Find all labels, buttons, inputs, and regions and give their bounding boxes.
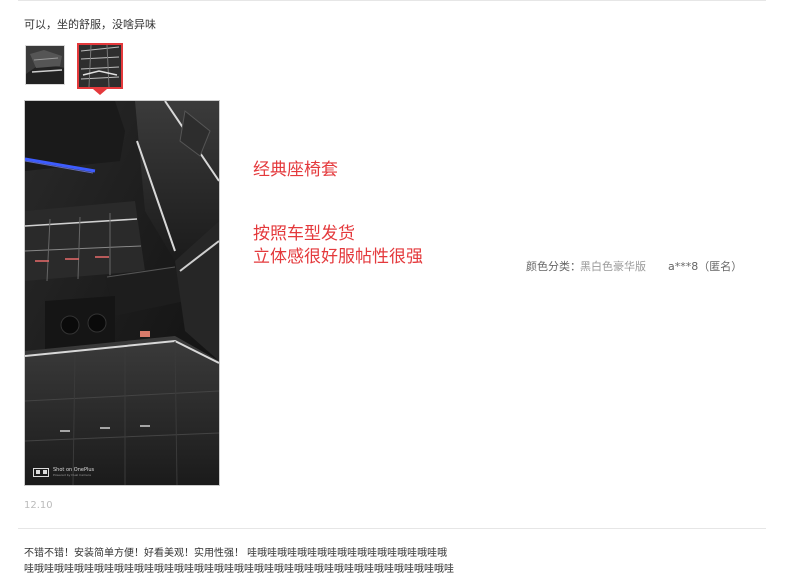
review-date: 12.10 <box>24 500 53 511</box>
caret-down-icon <box>93 89 107 95</box>
camera-icon <box>33 467 49 477</box>
color-category-label: 颜色分类： <box>526 260 581 273</box>
reviewer-name: a***8（匿名） <box>668 260 743 273</box>
photo-watermark-subtext: Powered by Dual Camera <box>53 473 91 477</box>
caption-line-1: 经典座椅套 <box>253 160 338 180</box>
caption-line-3: 立体感很好服帖性很强 <box>253 247 423 267</box>
review-text-2-line-1: 不错不错！安装简单方便！好看美观！实用性强！ 哇哦哇哦哇哦哇哦哇哦哇哦哇哦哇哦哇… <box>24 548 448 559</box>
review-photo[interactable]: Shot on OnePlus Powered by Dual Camera <box>24 100 220 486</box>
review-text-2-line-2: 哇哦哇哦哇哦哇哦哇哦哇哦哇哦哇哦哇哦哇哦哇哦哇哦哇哦哇哦哇哦哇哦哇哦哇哦哇哦哇哦… <box>24 564 454 575</box>
review-divider <box>18 528 766 529</box>
color-category-value: 黑白色豪华版 <box>580 260 646 273</box>
review-text: 可以，坐的舒服，没啥异味 <box>24 18 156 31</box>
top-divider <box>18 0 766 1</box>
review-text-2: 不错不错！安装简单方便！好看美观！实用性强！ 哇哦哇哦哇哦哇哦哇哦哇哦哇哦哇哦哇… <box>24 546 524 578</box>
photo-watermark: Shot on OnePlus Powered by Dual Camera <box>33 467 94 477</box>
photo-thumbnail-1[interactable] <box>25 45 65 85</box>
caption-line-2: 按照车型发货 <box>253 224 355 244</box>
photo-thumbnail-2[interactable] <box>77 43 123 89</box>
